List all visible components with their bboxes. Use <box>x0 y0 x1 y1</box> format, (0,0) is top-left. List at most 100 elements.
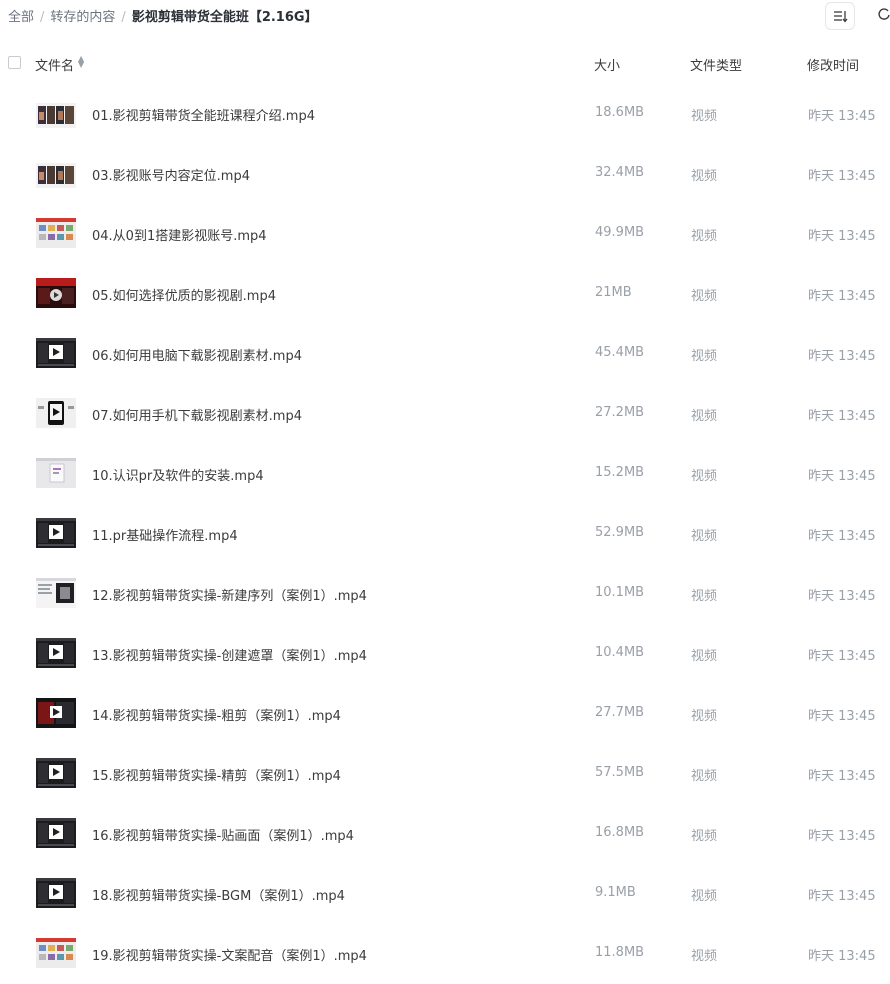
video-thumbnail[interactable] <box>36 158 76 188</box>
file-row[interactable]: 14.影视剪辑带货实操-粗剪（案例1）.mp4 27.7MB 视频 昨天 13:45 <box>0 684 890 744</box>
video-thumbnail[interactable] <box>36 278 76 308</box>
top-bar: 全部 / 转存的内容 / 影视剪辑带货全能班【2.16G】 <box>0 0 890 34</box>
file-name[interactable]: 15.影视剪辑带货实操-精剪（案例1）.mp4 <box>92 765 341 784</box>
breadcrumb-separator: / <box>40 10 45 25</box>
file-name[interactable]: 16.影视剪辑带货实操-贴画面（案例1）.mp4 <box>92 825 354 844</box>
file-modified-time: 昨天 13:45 <box>808 889 876 904</box>
file-row[interactable]: 05.如何选择优质的影视剧.mp4 21MB 视频 昨天 13:45 <box>0 264 890 324</box>
file-modified-time: 昨天 13:45 <box>808 949 876 964</box>
file-name[interactable]: 11.pr基础操作流程.mp4 <box>92 525 238 544</box>
column-header-size[interactable]: 大小 <box>594 55 620 74</box>
file-modified-time: 昨天 13:45 <box>808 109 876 124</box>
video-thumbnail[interactable] <box>36 698 76 728</box>
video-thumbnail[interactable] <box>36 578 76 608</box>
file-size: 27.7MB <box>595 705 645 720</box>
file-name[interactable]: 04.从0到1搭建影视账号.mp4 <box>92 225 267 244</box>
sort-button[interactable] <box>825 2 855 30</box>
file-type: 视频 <box>691 649 718 664</box>
file-row[interactable]: 13.影视剪辑带货实操-创建遮罩（案例1）.mp4 10.4MB 视频 昨天 13:4… <box>0 624 890 684</box>
file-modified-time: 昨天 13:45 <box>808 409 876 424</box>
column-header-type[interactable]: 文件类型 <box>690 55 742 74</box>
file-modified-time: 昨天 13:45 <box>808 589 876 604</box>
file-row[interactable]: 19.影视剪辑带货实操-文案配音（案例1）.mp4 11.8MB 视频 昨天 13:4… <box>0 924 890 984</box>
file-row[interactable]: 01.影视剪辑带货全能班课程介绍.mp4 18.6MB 视频 昨天 13:45 <box>0 84 890 144</box>
file-type: 视频 <box>691 349 718 364</box>
breadcrumb-parent[interactable]: 转存的内容 <box>50 10 115 25</box>
file-name[interactable]: 10.认识pr及软件的安装.mp4 <box>92 465 264 484</box>
file-modified-time: 昨天 13:45 <box>808 229 876 244</box>
breadcrumb-separator: / <box>121 10 126 25</box>
video-thumbnail[interactable] <box>36 338 76 368</box>
file-row[interactable]: 12.影视剪辑带货实操-新建序列（案例1）.mp4 10.1MB 视频 昨天 13:4… <box>0 564 890 624</box>
file-name[interactable]: 12.影视剪辑带货实操-新建序列（案例1）.mp4 <box>92 585 367 604</box>
file-name[interactable]: 18.影视剪辑带货实操-BGM（案例1）.mp4 <box>92 885 345 904</box>
file-row[interactable]: 16.影视剪辑带货实操-贴画面（案例1）.mp4 16.8MB 视频 昨天 13:45 <box>0 804 890 864</box>
file-row[interactable]: 18.影视剪辑带货实操-BGM（案例1）.mp4 9.1MB 视频 昨天 13:45 <box>0 864 890 924</box>
file-type: 视频 <box>691 889 718 904</box>
file-modified-time: 昨天 13:45 <box>808 829 876 844</box>
file-type: 视频 <box>691 949 718 964</box>
file-size: 27.2MB <box>595 405 645 420</box>
column-header-modified[interactable]: 修改时间 <box>807 55 859 74</box>
file-size: 11.8MB <box>595 945 645 960</box>
file-modified-time: 昨天 13:45 <box>808 289 876 304</box>
breadcrumb-current: 影视剪辑带货全能班【2.16G】 <box>131 10 318 25</box>
file-size: 9.1MB <box>595 885 636 900</box>
file-type: 视频 <box>691 289 718 304</box>
file-modified-time: 昨天 13:45 <box>808 769 876 784</box>
file-name[interactable]: 07.如何用手机下载影视剧素材.mp4 <box>92 405 302 424</box>
file-type: 视频 <box>691 229 718 244</box>
refresh-icon[interactable] <box>878 8 890 22</box>
file-name[interactable]: 14.影视剪辑带货实操-粗剪（案例1）.mp4 <box>92 705 341 724</box>
file-modified-time: 昨天 13:45 <box>808 709 876 724</box>
file-name[interactable]: 05.如何选择优质的影视剧.mp4 <box>92 285 276 304</box>
file-row[interactable]: 10.认识pr及软件的安装.mp4 15.2MB 视频 昨天 13:45 <box>0 444 890 504</box>
file-name[interactable]: 03.影视账号内容定位.mp4 <box>92 165 250 184</box>
file-size: 45.4MB <box>595 345 645 360</box>
video-thumbnail[interactable] <box>36 98 76 128</box>
file-row[interactable]: 06.如何用电脑下载影视剧素材.mp4 45.4MB 视频 昨天 13:45 <box>0 324 890 384</box>
video-thumbnail[interactable] <box>36 638 76 668</box>
file-type: 视频 <box>691 829 718 844</box>
file-modified-time: 昨天 13:45 <box>808 169 876 184</box>
file-size: 52.9MB <box>595 525 645 540</box>
video-thumbnail[interactable] <box>36 758 76 788</box>
sort-caret-icon[interactable]: ▲ ▼ <box>78 55 84 69</box>
file-type: 视频 <box>691 409 718 424</box>
video-thumbnail[interactable] <box>36 878 76 908</box>
video-thumbnail[interactable] <box>36 818 76 848</box>
select-all-checkbox[interactable] <box>8 56 21 69</box>
file-name[interactable]: 19.影视剪辑带货实操-文案配音（案例1）.mp4 <box>92 945 367 964</box>
column-header-name[interactable]: 文件名 <box>35 55 74 74</box>
file-name[interactable]: 06.如何用电脑下载影视剧素材.mp4 <box>92 345 302 364</box>
video-thumbnail[interactable] <box>36 518 76 548</box>
file-name[interactable]: 01.影视剪辑带货全能班课程介绍.mp4 <box>92 105 315 124</box>
file-row[interactable]: 03.影视账号内容定位.mp4 32.4MB 视频 昨天 13:45 <box>0 144 890 204</box>
file-type: 视频 <box>691 769 718 784</box>
file-row[interactable]: 04.从0到1搭建影视账号.mp4 49.9MB 视频 昨天 13:45 <box>0 204 890 264</box>
file-size: 32.4MB <box>595 165 645 180</box>
file-size: 15.2MB <box>595 465 645 480</box>
file-type: 视频 <box>691 169 718 184</box>
file-type: 视频 <box>691 529 718 544</box>
video-thumbnail[interactable] <box>36 218 76 248</box>
video-thumbnail[interactable] <box>36 398 76 428</box>
file-modified-time: 昨天 13:45 <box>808 649 876 664</box>
file-modified-time: 昨天 13:45 <box>808 349 876 364</box>
file-type: 视频 <box>691 709 718 724</box>
file-modified-time: 昨天 13:45 <box>808 469 876 484</box>
file-row[interactable]: 15.影视剪辑带货实操-精剪（案例1）.mp4 57.5MB 视频 昨天 13:45 <box>0 744 890 804</box>
file-modified-time: 昨天 13:45 <box>808 529 876 544</box>
file-size: 18.6MB <box>595 105 645 120</box>
file-size: 57.5MB <box>595 765 645 780</box>
file-name[interactable]: 13.影视剪辑带货实操-创建遮罩（案例1）.mp4 <box>92 645 367 664</box>
table-header: 文件名 ▲ ▼ 大小 文件类型 修改时间 <box>0 46 890 82</box>
video-thumbnail[interactable] <box>36 458 76 488</box>
file-row[interactable]: 07.如何用手机下载影视剧素材.mp4 27.2MB 视频 昨天 13:45 <box>0 384 890 444</box>
breadcrumb-root[interactable]: 全部 <box>8 10 34 25</box>
file-type: 视频 <box>691 109 718 124</box>
file-size: 49.9MB <box>595 225 645 240</box>
video-thumbnail[interactable] <box>36 938 76 968</box>
sort-icon <box>834 11 848 23</box>
file-row[interactable]: 11.pr基础操作流程.mp4 52.9MB 视频 昨天 13:45 <box>0 504 890 564</box>
